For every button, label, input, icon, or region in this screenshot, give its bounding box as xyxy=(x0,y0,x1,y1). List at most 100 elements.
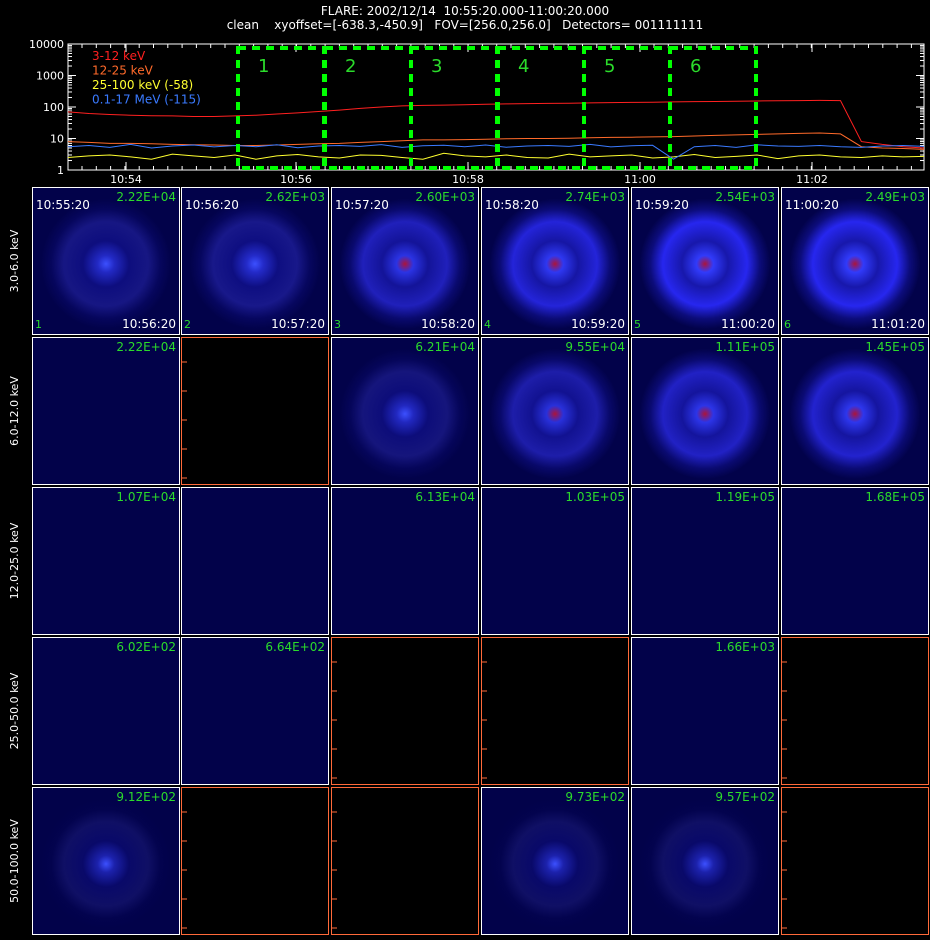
image-cell: 1.19E+05 xyxy=(631,487,779,635)
interval-box xyxy=(582,46,672,170)
source-image xyxy=(33,338,179,484)
y-tick-label: 10000 xyxy=(29,38,64,51)
lightcurve-chart: 1 10 100 1000 10000 10:54 10:56 10:58 11:00 11:02… xyxy=(29,38,925,185)
interval-box xyxy=(496,46,586,170)
interval-number-label: 3 xyxy=(334,318,341,331)
image-cell: 1.68E+05 xyxy=(781,487,929,635)
interval-number-label: 5 xyxy=(634,318,641,331)
interval-label: 3 xyxy=(431,56,442,77)
y-tick-label: 100 xyxy=(43,101,64,114)
image-cell: 1.11E+05 xyxy=(631,337,779,485)
start-time-label: 10:57:20 xyxy=(335,198,389,212)
image-cell: 1.66E+03 xyxy=(631,637,779,785)
blank-axes: 02468 xyxy=(782,811,787,929)
image-cell: 02468 xyxy=(181,337,329,485)
blank-axes: 02468 xyxy=(332,811,337,929)
blank-axes: 02468 xyxy=(782,661,787,779)
x-tick-label: 11:02 xyxy=(796,173,828,185)
source-image xyxy=(632,338,778,484)
start-time-label: 10:59:20 xyxy=(635,198,689,212)
max-value-label: 9.57E+02 xyxy=(715,790,775,804)
y-tick-label: 1 xyxy=(57,164,64,177)
max-value-label: 1.03E+05 xyxy=(565,490,625,504)
source-image xyxy=(33,488,179,634)
image-cell: 02468 xyxy=(331,637,479,785)
source-image xyxy=(182,638,328,784)
blank-axes: 02468 xyxy=(182,361,187,479)
max-value-label: 9.73E+02 xyxy=(565,790,625,804)
image-cell: 2.22E+04 xyxy=(32,337,180,485)
max-value-label: 2.22E+04 xyxy=(116,340,176,354)
start-time-label: 10:55:20 xyxy=(36,198,90,212)
image-cell: 9.12E+02 xyxy=(32,787,180,935)
row-label: 12.0-25.0 keV xyxy=(8,522,21,600)
image-cell: 6.13E+04 xyxy=(331,487,479,635)
source-image xyxy=(782,488,928,634)
interval-label: 5 xyxy=(604,56,615,77)
max-value-label: 2.74E+03 xyxy=(565,190,625,204)
image-cell: 2.22E+04 10:55:20 10:56:20 1 xyxy=(32,187,180,335)
interval-number-label: 4 xyxy=(484,318,491,331)
interval-label: 2 xyxy=(345,56,356,77)
start-time-label: 10:56:20 xyxy=(185,198,239,212)
legend-entry: 25-100 keV (-58) xyxy=(92,78,193,92)
source-image xyxy=(332,488,478,634)
source-image xyxy=(632,488,778,634)
image-cell: 1.07E+04 xyxy=(32,487,180,635)
source-image xyxy=(182,488,328,634)
row-label: 6.0-12.0 keV xyxy=(8,376,21,446)
max-value-label: 1.45E+05 xyxy=(865,340,925,354)
y-tick-label: 10 xyxy=(50,133,64,146)
max-value-label: 1.19E+05 xyxy=(715,490,775,504)
image-cell: 02468 xyxy=(331,787,479,935)
source-image xyxy=(332,338,478,484)
image-cell: 02468 xyxy=(181,787,329,935)
image-cell: 1.03E+05 xyxy=(481,487,629,635)
source-image xyxy=(482,488,628,634)
interval-box xyxy=(236,46,326,170)
image-cell: 2.54E+03 10:59:20 11:00:20 5 xyxy=(631,187,779,335)
image-cell: 9.57E+02 xyxy=(631,787,779,935)
x-tick-label: 11:00 xyxy=(624,173,656,185)
row-label: 50.0-100.0 keV xyxy=(8,819,21,903)
interval-label: 1 xyxy=(258,56,269,77)
source-image xyxy=(782,338,928,484)
x-tick-label: 10:54 xyxy=(110,173,142,185)
end-time-label: 11:01:20 xyxy=(871,317,925,331)
max-value-label: 2.49E+03 xyxy=(865,190,925,204)
image-cell: 2.74E+03 10:58:20 10:59:20 4 xyxy=(481,187,629,335)
max-value-label: 6.21E+04 xyxy=(415,340,475,354)
image-cell: 2.60E+03 10:57:20 10:58:20 3 xyxy=(331,187,479,335)
max-value-label: 1.68E+05 xyxy=(865,490,925,504)
end-time-label: 11:00:20 xyxy=(721,317,775,331)
interval-number-label: 2 xyxy=(184,318,191,331)
max-value-label: 1.66E+03 xyxy=(715,640,775,654)
legend-entry: 0.1-17 MeV (-115) xyxy=(92,93,201,107)
image-cell: 9.73E+02 xyxy=(481,787,629,935)
max-value-label: 6.13E+04 xyxy=(415,490,475,504)
source-image xyxy=(33,788,179,934)
interval-box xyxy=(668,46,758,170)
row-label: 25.0-50.0 keV xyxy=(8,672,21,750)
interval-label: 6 xyxy=(690,56,701,77)
interval-number-label: 1 xyxy=(35,318,42,331)
max-value-label: 2.60E+03 xyxy=(415,190,475,204)
x-tick-label: 10:56 xyxy=(280,173,312,185)
start-time-label: 10:58:20 xyxy=(485,198,539,212)
max-value-label: 2.54E+03 xyxy=(715,190,775,204)
source-image xyxy=(482,788,628,934)
interval-label: 4 xyxy=(518,56,529,77)
x-tick-label: 10:58 xyxy=(452,173,484,185)
image-cell: 6.02E+02 xyxy=(32,637,180,785)
interval-box xyxy=(409,46,499,170)
start-time-label: 11:00:20 xyxy=(785,198,839,212)
max-value-label: 2.22E+04 xyxy=(116,190,176,204)
max-value-label: 6.64E+02 xyxy=(265,640,325,654)
end-time-label: 10:57:20 xyxy=(271,317,325,331)
max-value-label: 9.55E+04 xyxy=(565,340,625,354)
image-cell: 02468 xyxy=(481,637,629,785)
max-value-label: 1.07E+04 xyxy=(116,490,176,504)
image-cell: 02468 xyxy=(781,787,929,935)
source-image xyxy=(33,638,179,784)
y-tick-label: 1000 xyxy=(36,70,64,83)
